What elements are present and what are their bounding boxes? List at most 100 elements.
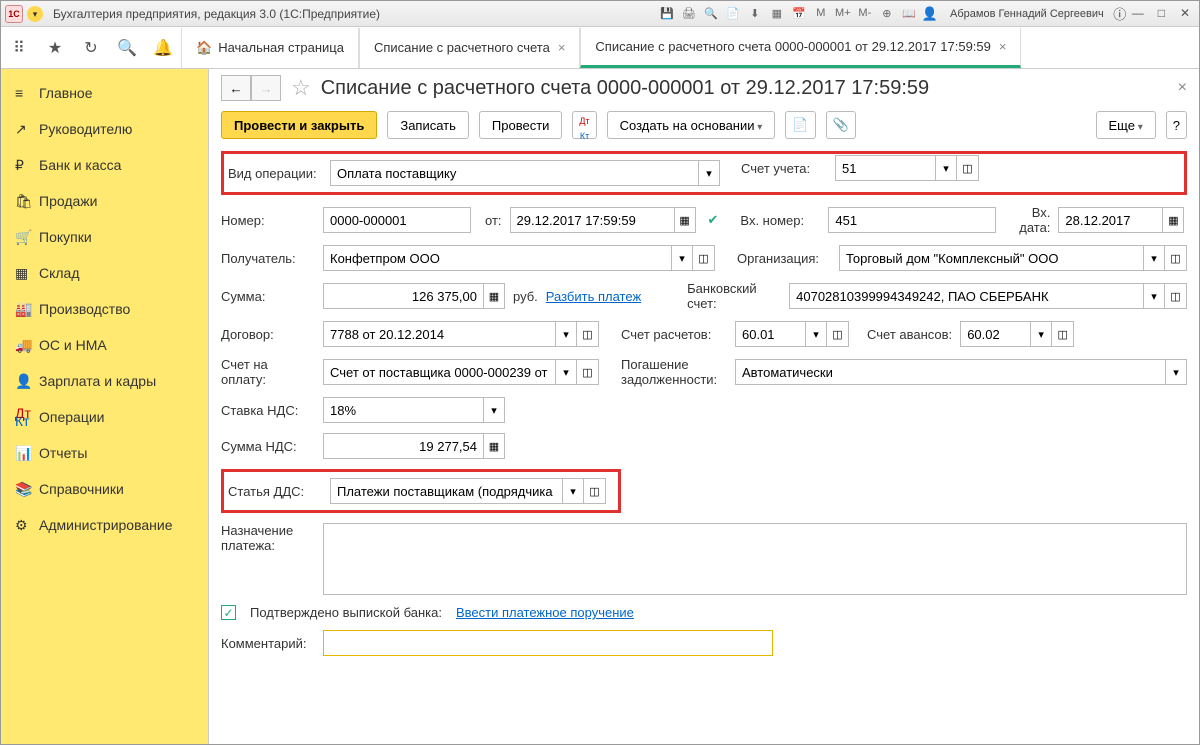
more-button[interactable]: Еще	[1096, 111, 1156, 139]
recipient-input[interactable]	[323, 245, 671, 271]
minimize-button[interactable]: —	[1128, 6, 1148, 22]
sidebar-item-bank[interactable]: ₽Банк и касса	[1, 147, 208, 183]
dropdown-button[interactable]: ▾	[562, 478, 584, 504]
dropdown-button[interactable]: ▾	[698, 160, 720, 186]
bank-input[interactable]	[789, 283, 1143, 309]
tab-writeoff-list[interactable]: Списание с расчетного счета ×	[359, 28, 580, 68]
confirmed-checkbox[interactable]: ✓	[221, 605, 236, 620]
advance-acc-input[interactable]	[960, 321, 1030, 347]
vat-rate-input[interactable]	[323, 397, 483, 423]
dropdown-button[interactable]: ▾	[483, 397, 505, 423]
sidebar-item-operations[interactable]: ДтКтОперации	[1, 399, 208, 435]
sidebar-item-admin[interactable]: ⚙Администрирование	[1, 507, 208, 543]
post-and-close-button[interactable]: Провести и закрыть	[221, 111, 377, 139]
sidebar-item-refs[interactable]: 📚Справочники	[1, 471, 208, 507]
open-button[interactable]: ◫	[1165, 283, 1187, 309]
tab-home[interactable]: 🏠 Начальная страница	[181, 28, 359, 68]
in-number-input[interactable]	[828, 207, 996, 233]
date-input[interactable]	[510, 207, 674, 233]
app-menu-dropdown[interactable]: ▾	[27, 6, 43, 22]
open-button[interactable]: ◫	[827, 321, 849, 347]
dropdown-button[interactable]: ▾	[1143, 283, 1165, 309]
vat-sum-input[interactable]	[323, 433, 483, 459]
apps-icon[interactable]: ⠿	[1, 38, 37, 58]
sidebar-item-purchases[interactable]: 🛒Покупки	[1, 219, 208, 255]
op-type-input[interactable]	[330, 160, 698, 186]
dropdown-button[interactable]: ▾	[671, 245, 693, 271]
attach-button[interactable]: 📎	[826, 111, 856, 139]
m-minus-icon[interactable]: M-	[856, 6, 874, 22]
download-icon[interactable]: ⬇	[746, 6, 764, 22]
in-date-input[interactable]	[1058, 207, 1162, 233]
print-icon[interactable]: 🖨	[680, 6, 698, 22]
save-button[interactable]: Записать	[387, 111, 469, 139]
debt-input[interactable]	[735, 359, 1165, 385]
open-button[interactable]: ◫	[957, 155, 979, 181]
m-icon[interactable]: M	[812, 6, 830, 22]
notifications-icon[interactable]: 🔔	[145, 38, 181, 58]
open-button[interactable]: ◫	[1052, 321, 1074, 347]
enter-order-link[interactable]: Ввести платежное поручение	[456, 605, 634, 620]
sidebar-item-manager[interactable]: ↗Руководителю	[1, 111, 208, 147]
book-icon[interactable]: 📖	[900, 6, 918, 22]
sidebar-item-reports[interactable]: 📊Отчеты	[1, 435, 208, 471]
help-button[interactable]: ?	[1166, 111, 1187, 139]
org-input[interactable]	[839, 245, 1143, 271]
open-button[interactable]: ◫	[584, 478, 606, 504]
dropdown-button[interactable]: ▾	[1030, 321, 1052, 347]
open-button[interactable]: ◫	[693, 245, 715, 271]
current-user[interactable]: Абрамов Геннадий Сергеевич	[950, 8, 1104, 20]
doc-button[interactable]: 📄	[785, 111, 815, 139]
open-button[interactable]: ◫	[577, 321, 599, 347]
forward-button[interactable]: →	[251, 75, 281, 101]
settle-acc-input[interactable]	[735, 321, 805, 347]
purpose-input[interactable]	[323, 523, 1187, 595]
sidebar-item-main[interactable]: ≡Главное	[1, 75, 208, 111]
info-icon[interactable]: ⓘ	[1112, 4, 1128, 23]
close-page-icon[interactable]: ×	[1178, 79, 1187, 97]
dropdown-button[interactable]: ▾	[805, 321, 827, 347]
sidebar-item-assets[interactable]: 🚚ОС и НМА	[1, 327, 208, 363]
calendar-button[interactable]: ▦	[674, 207, 696, 233]
dropdown-button[interactable]: ▾	[935, 155, 957, 181]
dropdown-button[interactable]: ▾	[1165, 359, 1187, 385]
open-button[interactable]: ◫	[1165, 245, 1187, 271]
m-plus-icon[interactable]: M+	[834, 6, 852, 22]
sidebar-item-sales[interactable]: 🛍Продажи	[1, 183, 208, 219]
invoice-input[interactable]	[323, 359, 555, 385]
sidebar-item-production[interactable]: 🏭Производство	[1, 291, 208, 327]
dds-input[interactable]	[330, 478, 562, 504]
split-payment-link[interactable]: Разбить платеж	[546, 289, 641, 304]
zoom-icon[interactable]: ⊕	[878, 6, 896, 22]
favorite-star-icon[interactable]: ☆	[291, 75, 311, 101]
dropdown-button[interactable]: ▾	[555, 321, 577, 347]
history-icon[interactable]: ↻	[73, 38, 109, 58]
dtkt-button[interactable]: ДтКт	[572, 111, 596, 139]
open-button[interactable]: ◫	[577, 359, 599, 385]
sum-input[interactable]	[323, 283, 483, 309]
tab-writeoff-doc[interactable]: Списание с расчетного счета 0000-000001 …	[580, 28, 1021, 68]
calendar-icon[interactable]: 📅	[790, 6, 808, 22]
close-button[interactable]: ✕	[1175, 6, 1195, 22]
save-icon[interactable]: 💾	[658, 6, 676, 22]
dropdown-button[interactable]: ▾	[1143, 245, 1165, 271]
comment-input[interactable]	[323, 630, 773, 656]
sidebar-item-hr[interactable]: 👤Зарплата и кадры	[1, 363, 208, 399]
sidebar-item-warehouse[interactable]: ▦Склад	[1, 255, 208, 291]
contract-input[interactable]	[323, 321, 555, 347]
doc-icon[interactable]: 📄	[724, 6, 742, 22]
dropdown-button[interactable]: ▾	[555, 359, 577, 385]
calc-button[interactable]: ▦	[483, 433, 505, 459]
account-input[interactable]	[835, 155, 935, 181]
calc-button[interactable]: ▦	[483, 283, 505, 309]
number-input[interactable]	[323, 207, 471, 233]
calc-icon[interactable]: ▦	[768, 6, 786, 22]
back-button[interactable]: ←	[221, 75, 251, 101]
search-icon[interactable]: 🔍	[702, 6, 720, 22]
post-button[interactable]: Провести	[479, 111, 563, 139]
favorites-icon[interactable]: ★	[37, 38, 73, 58]
close-icon[interactable]: ×	[558, 40, 566, 55]
create-based-button[interactable]: Создать на основании	[607, 111, 776, 139]
maximize-button[interactable]: □	[1151, 6, 1171, 22]
linked-icon[interactable]: ✔	[708, 212, 719, 228]
